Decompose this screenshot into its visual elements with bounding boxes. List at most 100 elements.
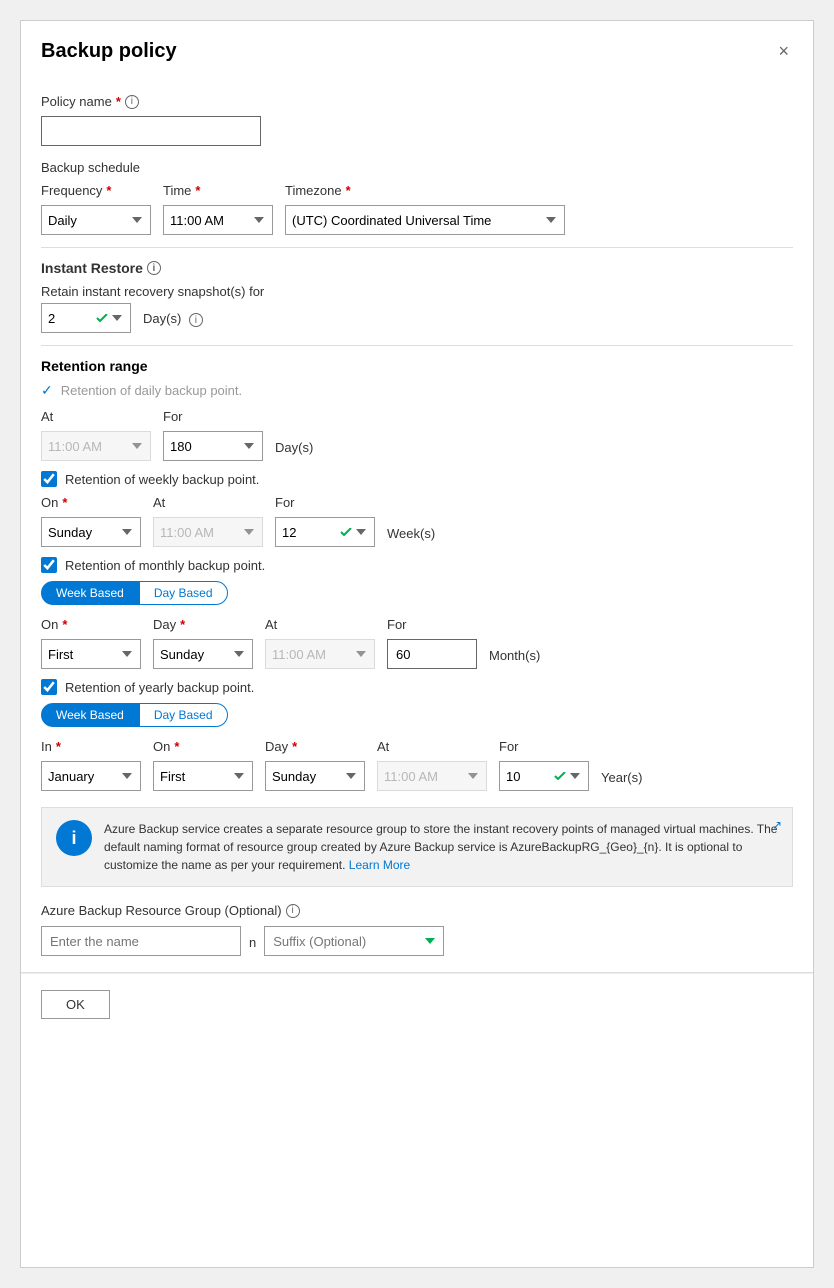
daily-for-select[interactable]: 180 <box>163 431 263 461</box>
panel-title: Backup policy <box>41 40 177 63</box>
info-box-text: Azure Backup service creates a separate … <box>104 820 778 874</box>
yearly-at-label: At <box>377 739 487 754</box>
yearly-checkbox-label: Retention of yearly backup point. <box>65 680 254 695</box>
frequency-select[interactable]: Daily Weekly <box>41 205 151 235</box>
yearly-for-select[interactable]: 10 <box>499 761 589 791</box>
info-box-icon: i <box>56 820 92 856</box>
resource-group-section: Azure Backup Resource Group (Optional) i… <box>41 903 793 956</box>
yearly-checkbox-row: Retention of yearly backup point. <box>41 679 793 695</box>
resource-group-row: n <box>41 926 793 956</box>
monthly-at-select[interactable]: 11:00 AM <box>265 639 375 669</box>
monthly-for-input[interactable] <box>387 639 477 669</box>
retain-days-info-icon[interactable]: i <box>189 313 203 327</box>
yearly-in-label: In * <box>41 739 141 754</box>
yearly-at-select[interactable]: 11:00 AM <box>377 761 487 791</box>
yearly-at-field: At 11:00 AM <box>377 739 487 791</box>
monthly-for-field: For <box>387 617 477 669</box>
suffix-input[interactable] <box>264 926 444 956</box>
weekly-at-field: At 11:00 AM <box>153 495 263 547</box>
timezone-field: Timezone * (UTC) Coordinated Universal T… <box>285 183 565 235</box>
policy-name-input[interactable] <box>41 116 261 146</box>
yearly-on-select[interactable]: First Second <box>153 761 253 791</box>
retention-range-section: Retention range ✓ Retention of daily bac… <box>41 358 793 791</box>
weekly-for-label: For <box>275 495 375 510</box>
retain-days-unit: Day(s) i <box>143 311 203 334</box>
daily-at-select[interactable]: 11:00 AM <box>41 431 151 461</box>
weekly-at-select[interactable]: 11:00 AM <box>153 517 263 547</box>
instant-restore-info-icon[interactable]: i <box>147 261 161 275</box>
time-label: Time * <box>163 183 273 198</box>
close-button[interactable]: × <box>774 37 793 66</box>
yearly-day-label: Day * <box>265 739 365 754</box>
external-link-icon: ↗ <box>772 818 782 832</box>
monthly-on-label: On * <box>41 617 141 632</box>
monthly-checkbox[interactable] <box>41 557 57 573</box>
monthly-for-label: For <box>387 617 477 632</box>
monthly-unit: Month(s) <box>489 648 540 669</box>
daily-retention-row: ✓ Retention of daily backup point. <box>41 382 793 399</box>
yearly-day-select[interactable]: Sunday Monday <box>265 761 365 791</box>
backup-policy-panel: Backup policy × Policy name * i Backup s… <box>20 20 814 1268</box>
instant-restore-section: Instant Restore i Retain instant recover… <box>41 260 793 333</box>
monthly-day-label: Day * <box>153 617 253 632</box>
panel-body: Policy name * i Backup schedule Frequenc… <box>21 78 813 972</box>
policy-name-info-icon[interactable]: i <box>125 95 139 109</box>
ok-button[interactable]: OK <box>41 990 110 1019</box>
monthly-checkbox-label: Retention of monthly backup point. <box>65 558 265 573</box>
monthly-day-based-btn[interactable]: Day Based <box>139 581 228 605</box>
backup-schedule-label: Backup schedule <box>41 160 793 175</box>
monthly-at-field: At 11:00 AM <box>265 617 375 669</box>
weekly-checkbox-row: Retention of weekly backup point. <box>41 471 793 487</box>
yearly-unit: Year(s) <box>601 770 642 791</box>
retain-days-select[interactable]: 2 1 3 4 5 <box>41 303 131 333</box>
panel-footer: OK <box>21 973 813 1035</box>
panel-header: Backup policy × <box>21 21 813 78</box>
backup-schedule-row: Frequency * Daily Weekly Time * 11:00 AM <box>41 183 793 235</box>
policy-name-field: Policy name * i <box>41 94 793 146</box>
daily-unit: Day(s) <box>275 440 313 461</box>
yearly-checkbox[interactable] <box>41 679 57 695</box>
monthly-fields-row: On * First Second Third Last Day * <box>41 617 793 669</box>
timezone-label: Timezone * <box>285 183 565 198</box>
yearly-in-select[interactable]: January February <box>41 761 141 791</box>
info-box: i Azure Backup service creates a separat… <box>41 807 793 887</box>
resource-group-info-icon[interactable]: i <box>286 904 300 918</box>
daily-at-label: At <box>41 409 151 424</box>
weekly-for-select[interactable]: 12 <box>275 517 375 547</box>
yearly-on-field: On * First Second <box>153 739 253 791</box>
monthly-on-select[interactable]: First Second Third Last <box>41 639 141 669</box>
monthly-day-select[interactable]: Sunday Monday <box>153 639 253 669</box>
daily-fields-row: At 11:00 AM For 180 Day(s) <box>41 409 793 461</box>
weekly-checkbox[interactable] <box>41 471 57 487</box>
frequency-label: Frequency * <box>41 183 151 198</box>
weekly-unit: Week(s) <box>387 526 435 547</box>
retain-label: Retain instant recovery snapshot(s) for <box>41 284 793 299</box>
daily-at-field: At 11:00 AM <box>41 409 151 461</box>
weekly-checkbox-label: Retention of weekly backup point. <box>65 472 259 487</box>
monthly-day-field: Day * Sunday Monday <box>153 617 253 669</box>
monthly-week-based-btn[interactable]: Week Based <box>41 581 139 605</box>
monthly-at-label: At <box>265 617 375 632</box>
weekly-for-field: For 12 <box>275 495 375 547</box>
yearly-day-based-btn[interactable]: Day Based <box>139 703 228 727</box>
yearly-week-based-btn[interactable]: Week Based <box>41 703 139 727</box>
resource-group-name-input[interactable] <box>41 926 241 956</box>
policy-name-label: Policy name * i <box>41 94 793 109</box>
yearly-toggle-group: Week Based Day Based <box>41 703 793 727</box>
time-select[interactable]: 11:00 AM 12:00 PM <box>163 205 273 235</box>
weekly-on-select[interactable]: Sunday Monday <box>41 517 141 547</box>
timezone-select[interactable]: (UTC) Coordinated Universal Time <box>285 205 565 235</box>
instant-restore-row: 2 1 3 4 5 Day(s) i <box>41 303 793 333</box>
weekly-at-label: At <box>153 495 263 510</box>
daily-for-label: For <box>163 409 263 424</box>
yearly-for-label: For <box>499 739 589 754</box>
retention-range-title: Retention range <box>41 358 793 374</box>
weekly-on-label: On * <box>41 495 141 510</box>
monthly-on-field: On * First Second Third Last <box>41 617 141 669</box>
rg-separator: n <box>249 935 256 956</box>
daily-check-icon: ✓ <box>41 382 53 399</box>
resource-group-label: Azure Backup Resource Group (Optional) i <box>41 903 793 918</box>
learn-more-link[interactable]: Learn More <box>349 858 410 872</box>
monthly-checkbox-row: Retention of monthly backup point. <box>41 557 793 573</box>
yearly-on-label: On * <box>153 739 253 754</box>
